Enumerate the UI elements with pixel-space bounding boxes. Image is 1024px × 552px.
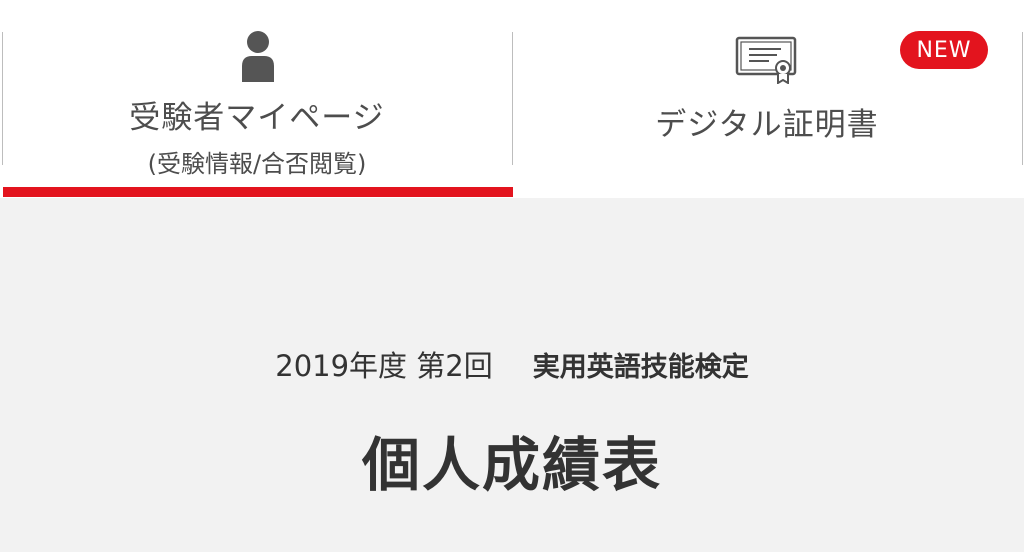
- tab-digital-certificate[interactable]: デジタル証明書 NEW: [512, 0, 1022, 198]
- person-icon: [240, 30, 276, 86]
- tab-my-page[interactable]: 受験者マイページ (受験情報/合否閲覧): [2, 0, 512, 198]
- tab-divider: [1022, 32, 1023, 165]
- tab-my-page-label: 受験者マイページ: [129, 100, 385, 136]
- exam-name: 実用英語技能検定: [532, 352, 749, 383]
- exam-session: 2019年度 第2回: [275, 349, 493, 383]
- tab-my-page-sublabel: (受験情報/合否閲覧): [147, 150, 367, 178]
- active-tab-indicator: [3, 187, 513, 197]
- new-badge: NEW: [900, 31, 988, 69]
- tab-digital-certificate-label: デジタル証明書: [655, 107, 879, 143]
- tab-bar: 受験者マイページ (受験情報/合否閲覧) デジタル証明書 NEW: [0, 0, 1024, 198]
- exam-session-heading: 2019年度 第2回 実用英語技能検定: [0, 343, 1024, 385]
- page-title: 個人成績表: [361, 431, 662, 499]
- certificate-icon: [735, 36, 799, 88]
